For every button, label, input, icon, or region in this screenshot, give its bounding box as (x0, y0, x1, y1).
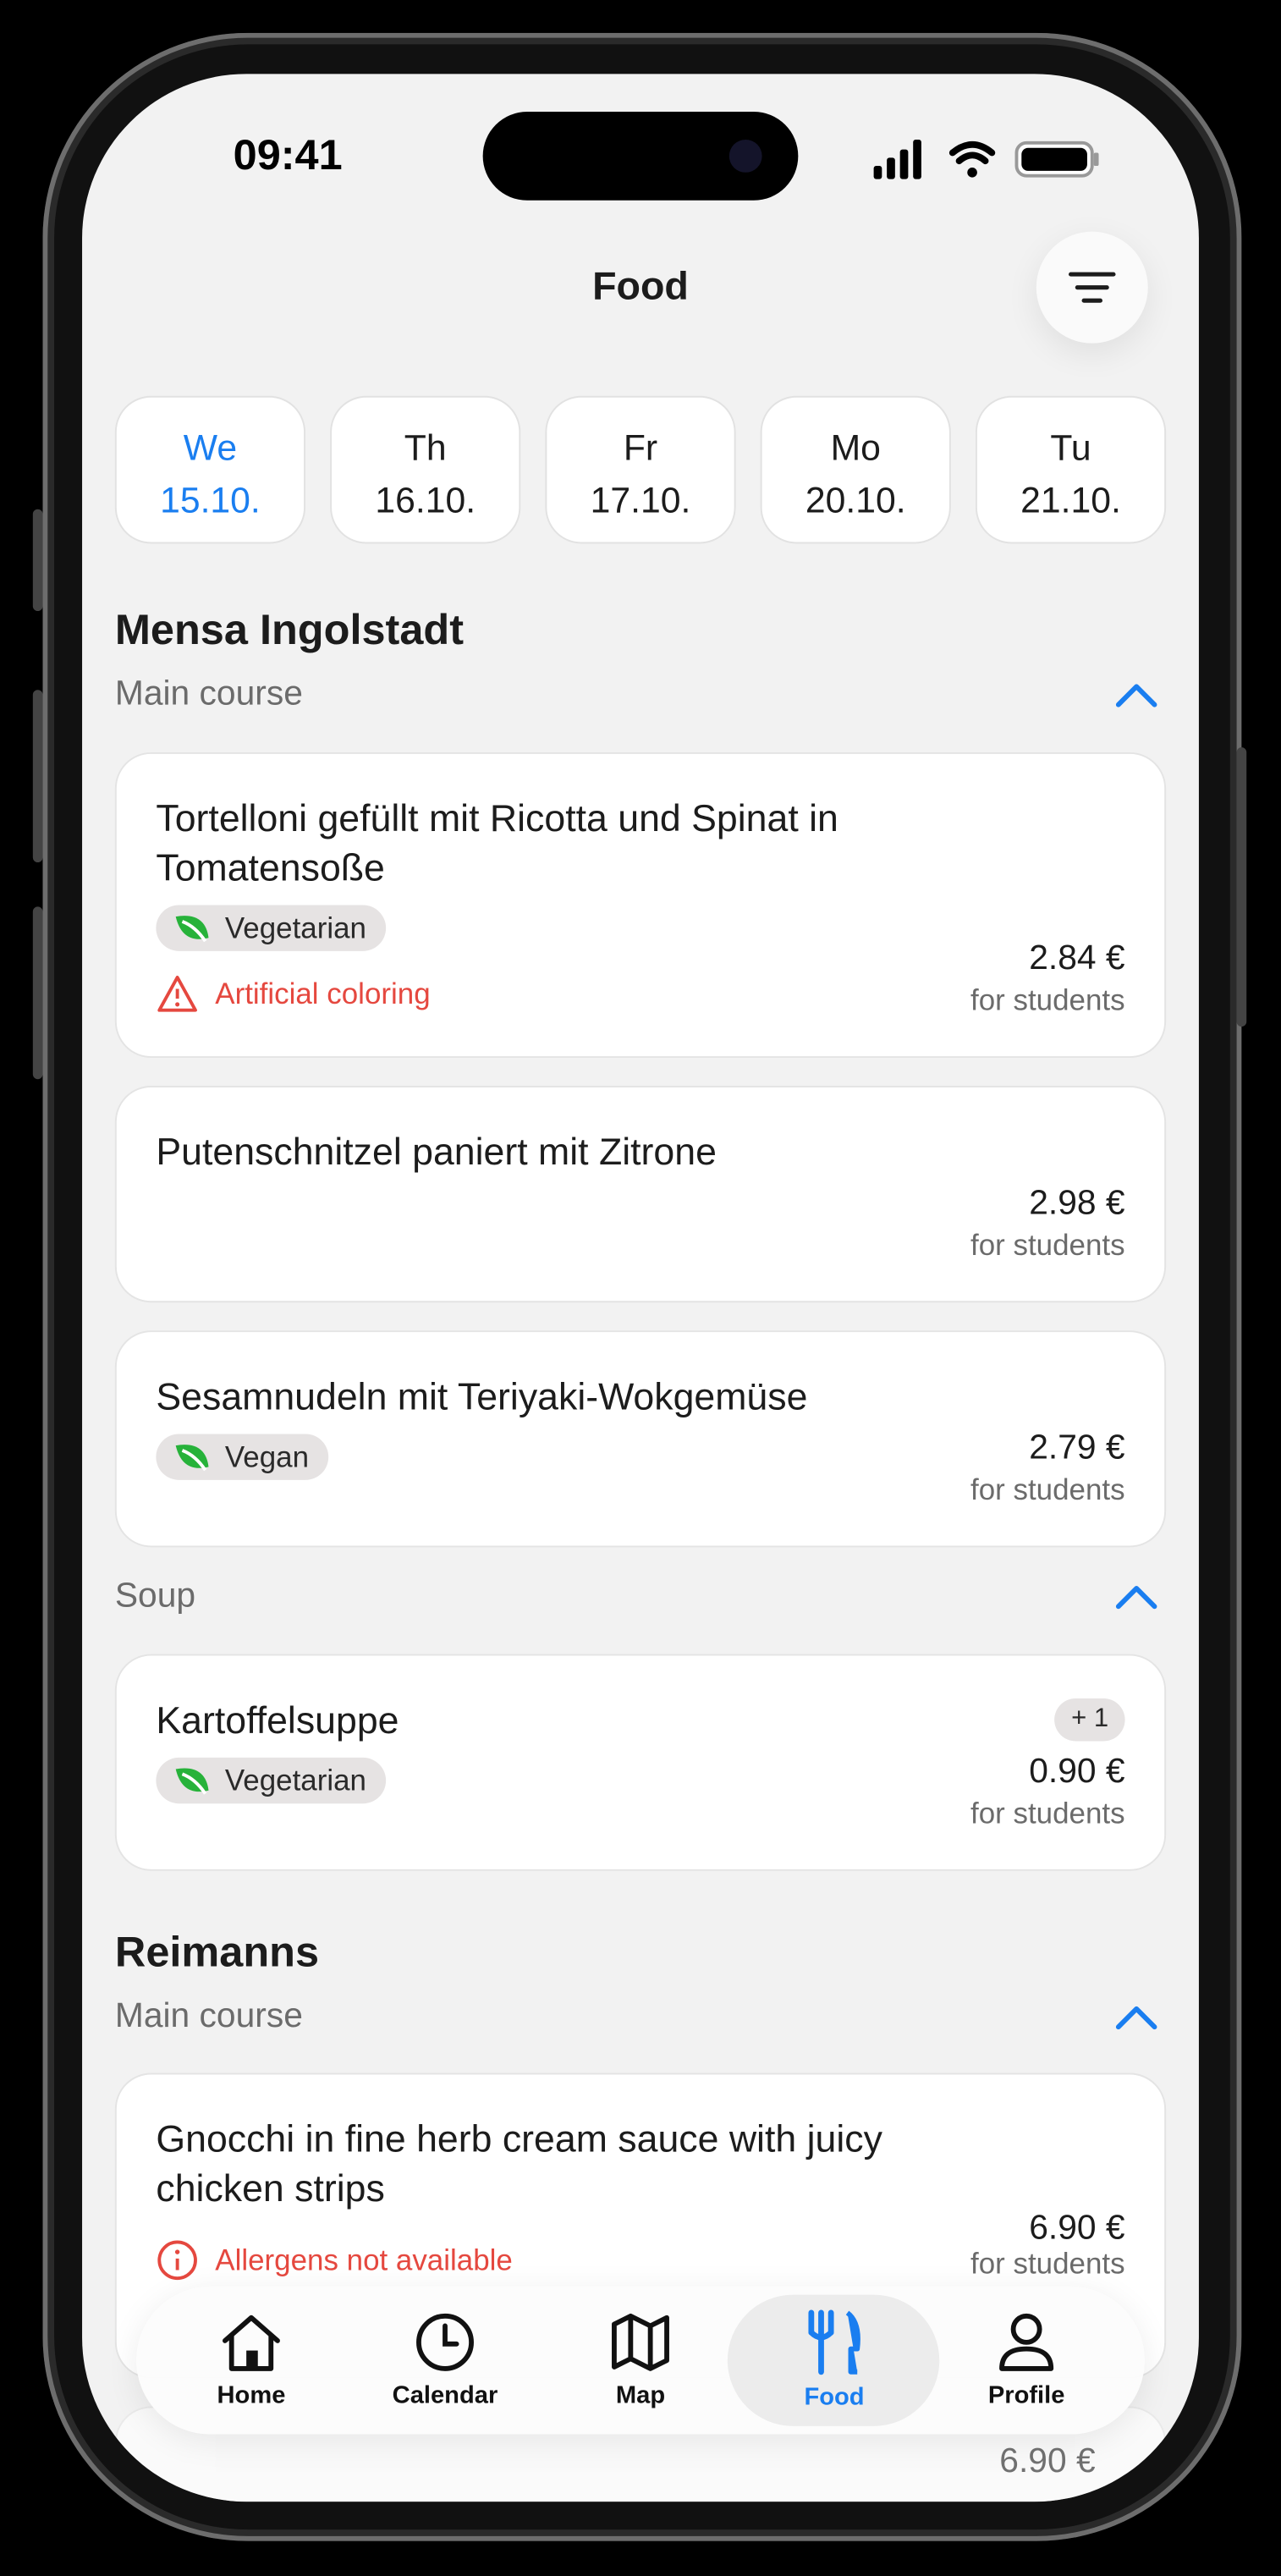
leaf-icon (175, 1445, 209, 1472)
day-label: Th (404, 427, 447, 469)
category-title: Main course (114, 674, 303, 713)
price-note: for students (970, 1797, 1125, 1830)
day-th[interactable]: Th 16.10. (330, 395, 521, 544)
category-title: Main course (114, 1997, 303, 2035)
filter-lines-icon (1069, 272, 1116, 303)
tab-calendar[interactable]: Calendar (347, 2287, 544, 2435)
chevron-up-icon[interactable] (1113, 2002, 1159, 2032)
meal-title: Putenschnitzel paniert mit Zitrone (156, 1130, 717, 1173)
meal-card[interactable]: Sesamnudeln mit Teriyaki-Wokgemüse Vegan… (114, 1330, 1167, 1548)
price-note: for students (970, 1473, 1125, 1506)
status-icons (873, 139, 1099, 179)
tab-label: Home (217, 2381, 286, 2410)
meal-title: Tortelloni gefüllt mit Ricotta und Spina… (156, 796, 838, 889)
filter-button[interactable] (1036, 231, 1148, 344)
price-note: for students (970, 1228, 1125, 1262)
tab-label: Calendar (392, 2381, 498, 2410)
dynamic-island (482, 111, 799, 201)
day-tu[interactable]: Tu 21.10. (975, 395, 1167, 544)
price-note: for students (970, 2247, 1125, 2281)
day-fr[interactable]: Fr 17.10. (545, 395, 736, 544)
battery-icon (1014, 140, 1099, 178)
volume-down-button (32, 906, 43, 1080)
chevron-up-icon[interactable] (1113, 1582, 1159, 1611)
meal-price: 2.79 € (1029, 1428, 1125, 1467)
action-button (32, 509, 43, 612)
day-date: 21.10. (1020, 479, 1121, 521)
volume-up-button (32, 690, 43, 863)
tab-label: Food (804, 2383, 865, 2412)
tab-food[interactable]: Food (736, 2287, 933, 2435)
camera-icon (728, 139, 762, 173)
meal-card[interactable]: Kartoffelsuppe + 1 Vegetarian 0.90 € for… (114, 1654, 1167, 1871)
meal-price: 6.90 € (1029, 2209, 1125, 2248)
day-mo[interactable]: Mo 20.10. (760, 395, 951, 544)
home-icon (223, 2315, 280, 2371)
meal-card[interactable]: Tortelloni gefüllt mit Ricotta und Spina… (114, 751, 1167, 1059)
map-icon (612, 2313, 669, 2371)
person-icon (999, 2313, 1054, 2371)
meal-title: Sesamnudeln mit Teriyaki-Wokgemüse (156, 1374, 808, 1418)
warning-label: Allergens not available (215, 2243, 513, 2276)
day-label: Mo (830, 427, 881, 469)
meal-price: 2.98 € (1029, 1184, 1125, 1223)
page-title: Food (592, 264, 689, 309)
diet-tag-label: Vegan (224, 1439, 310, 1473)
tab-profile[interactable]: Profile (928, 2287, 1125, 2435)
count-badge: + 1 (1054, 1698, 1125, 1742)
warning: Allergens not available (156, 2239, 513, 2282)
tab-bar: Home Calendar Map Food Profile (136, 2286, 1145, 2435)
leaf-icon (175, 916, 209, 943)
tab-label: Map (615, 2381, 666, 2410)
clock-icon (416, 2313, 474, 2371)
day-we[interactable]: We 15.10. (114, 395, 306, 544)
restaurant-title: Mensa Ingolstadt (114, 604, 465, 654)
restaurant-title: Reimanns (114, 1926, 320, 1977)
leaf-icon (175, 1768, 209, 1795)
warning-triangle-icon (157, 975, 197, 1012)
meal-price: 0.90 € (1029, 1753, 1125, 1791)
day-date: 20.10. (805, 479, 906, 521)
signal-icon (873, 139, 921, 179)
info-circle-icon (157, 2240, 197, 2281)
power-button (1236, 747, 1247, 1027)
status-time: 09:41 (233, 129, 343, 179)
screen: 09:41 Food We 15.10. Th 16.10. Fr 17.10. Mo… (82, 74, 1199, 2502)
price-note: for students (970, 983, 1125, 1017)
day-label: We (183, 427, 238, 469)
meal-price: 6.90 € (999, 2442, 1096, 2480)
warning: Artificial coloring (156, 974, 431, 1014)
tab-home[interactable]: Home (153, 2287, 350, 2435)
chevron-up-icon[interactable] (1113, 680, 1159, 710)
fork-knife-icon (808, 2309, 860, 2375)
meal-card[interactable]: Putenschnitzel paniert mit Zitrone 2.98 … (114, 1086, 1167, 1303)
warning-label: Artificial coloring (215, 976, 431, 1010)
day-label: Fr (623, 427, 658, 469)
day-date: 16.10. (375, 479, 476, 521)
diet-tag: Vegetarian (156, 1757, 387, 1804)
wifi-icon (948, 140, 996, 178)
tab-map[interactable]: Map (542, 2287, 739, 2435)
diet-tag-label: Vegetarian (224, 911, 366, 944)
meal-title: Gnocchi in fine herb cream sauce with ju… (156, 2116, 882, 2210)
diet-tag: Vegetarian (156, 905, 387, 951)
diet-tag: Vegan (156, 1434, 329, 1480)
meal-title: Kartoffelsuppe (156, 1698, 399, 1742)
day-date: 15.10. (160, 479, 261, 521)
diet-tag-label: Vegetarian (224, 1763, 366, 1797)
tab-label: Profile (987, 2381, 1065, 2410)
day-date: 17.10. (590, 479, 691, 521)
category-title: Soup (114, 1577, 196, 1616)
meal-price: 2.84 € (1029, 939, 1125, 977)
day-label: Tu (1050, 427, 1091, 469)
